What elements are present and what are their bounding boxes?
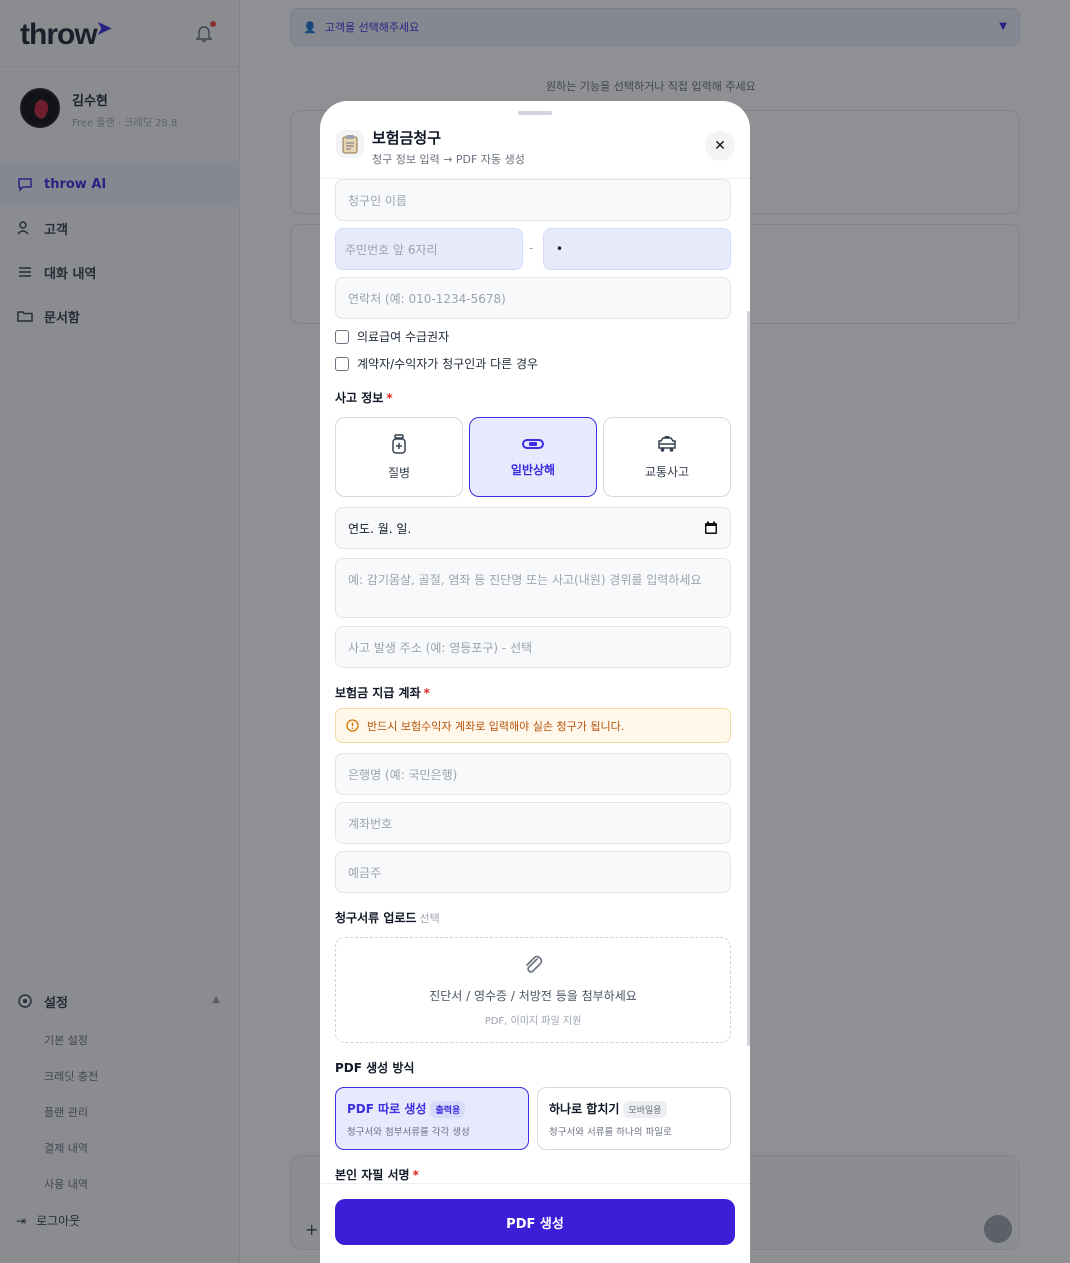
accident-section-label: 사고 정보 * <box>335 391 393 405</box>
signature-section-label: 본인 자필 서명 * <box>335 1168 419 1182</box>
bank-name-input[interactable]: 은행명 (예: 국민은행) <box>335 753 731 795</box>
required-mark: * <box>423 686 430 700</box>
checkbox-label: 의료급여 수급권자 <box>357 330 450 344</box>
pdf-mode-title: PDF 따로 생성 출력용 <box>347 1100 517 1118</box>
checkbox-label: 계약자/수익자가 청구인과 다른 경우 <box>357 357 539 371</box>
placeholder: 사고 발생 주소 (예: 영등포구) - 선택 <box>348 640 533 655</box>
rrn-back-value: • <box>556 242 564 256</box>
account-section-label: 보험금 지급 계좌 * <box>335 686 430 700</box>
rrn-front-input[interactable]: 주민번호 앞 6자리 <box>335 228 523 270</box>
pdf-mode-tag: 출력용 <box>430 1101 466 1118</box>
date-value: 연도. 월. 일. <box>348 521 412 536</box>
upload-sub-text: PDF, 이미지 파일 지원 <box>484 1016 582 1027</box>
insurance-claim-modal: 보험금청구 청구 정보 입력 → PDF 자동 생성 ✕ 청구인 이름 주민번호… <box>320 101 750 1263</box>
checkbox[interactable] <box>335 356 349 371</box>
account-warning: 반드시 보험수익자 계좌로 입력해야 실손 청구가 됩니다. <box>335 708 731 743</box>
accident-description-textarea[interactable]: 예: 감기몸살, 골절, 염좌 등 진단명 또는 사고(내원) 경위를 입력하세… <box>335 558 731 618</box>
pdf-mode-desc: 청구서와 첨부서류를 각각 생성 <box>347 1127 470 1138</box>
rrn-dash: - <box>529 241 534 255</box>
accident-type-disease[interactable]: 질병 <box>335 417 463 497</box>
placeholder: 연락처 (예: 010-1234-5678) <box>348 291 506 306</box>
document-upload-dropzone[interactable]: 진단서 / 영수증 / 처방전 등을 첨부하세요 PDF, 이미지 파일 지원 <box>335 937 731 1043</box>
claimant-name-input[interactable]: 청구인 이름 <box>335 179 731 221</box>
warning-text: 반드시 보험수익자 계좌로 입력해야 실손 청구가 됩니다. <box>367 719 625 733</box>
accident-type-label: 질병 <box>387 465 411 480</box>
modal-header: 보험금청구 청구 정보 입력 → PDF 자동 생성 ✕ <box>320 101 750 179</box>
placeholder: 은행명 (예: 국민은행) <box>348 767 458 782</box>
accident-type-label: 일반상해 <box>510 462 556 477</box>
clipboard-icon <box>336 130 364 158</box>
close-button[interactable]: ✕ <box>705 131 735 161</box>
medical-aid-checkbox[interactable]: 의료급여 수급권자 <box>335 328 449 345</box>
placeholder: 주민번호 앞 6자리 <box>345 242 438 257</box>
pdf-mode-tag: 모바일용 <box>623 1101 667 1118</box>
pdf-mode-separate[interactable]: PDF 따로 생성 출력용 청구서와 첨부서류를 각각 생성 <box>335 1087 529 1150</box>
accident-type-traffic[interactable]: 교통사고 <box>603 417 731 497</box>
checkbox[interactable] <box>335 329 349 344</box>
phone-input[interactable]: 연락처 (예: 010-1234-5678) <box>335 277 731 319</box>
accident-type-injury[interactable]: 일반상해 <box>469 417 597 497</box>
placeholder: 청구인 이름 <box>348 193 408 208</box>
pdf-generate-button[interactable]: PDF 생성 <box>335 1199 735 1245</box>
modal-subtitle: 청구 정보 입력 → PDF 자동 생성 <box>372 153 525 166</box>
pdf-mode-title: 하나로 합치기 모바일용 <box>549 1100 719 1118</box>
accident-date-input[interactable]: 연도. 월. 일. <box>335 507 731 549</box>
medicine-bottle-icon <box>392 433 406 454</box>
pdf-mode-desc: 청구서와 서류를 하나의 파일로 <box>549 1127 672 1138</box>
modal-footer: PDF 생성 <box>320 1183 750 1263</box>
warning-circle-icon <box>346 719 359 732</box>
account-holder-input[interactable]: 예금주 <box>335 851 731 893</box>
modal-title: 보험금청구 <box>372 129 442 147</box>
close-icon: ✕ <box>714 138 726 154</box>
accident-type-label: 교통사고 <box>644 464 690 479</box>
scrollbar[interactable] <box>747 311 750 1046</box>
upload-main-text: 진단서 / 영수증 / 처방전 등을 첨부하세요 <box>429 989 637 1003</box>
accident-address-input[interactable]: 사고 발생 주소 (예: 영등포구) - 선택 <box>335 626 731 668</box>
drag-handle[interactable] <box>518 111 552 115</box>
required-mark: * <box>386 391 393 405</box>
bandage-icon <box>522 438 544 449</box>
calendar-icon[interactable] <box>704 521 718 535</box>
car-icon <box>658 435 676 452</box>
placeholder: 예: 감기몸살, 골절, 염좌 등 진단명 또는 사고(내원) 경위를 입력하세… <box>348 573 702 587</box>
optional-label: 선택 <box>419 912 440 925</box>
required-mark: * <box>412 1168 419 1182</box>
placeholder: 예금주 <box>348 865 382 880</box>
account-number-input[interactable]: 계좌번호 <box>335 802 731 844</box>
pdf-mode-section-label: PDF 생성 방식 <box>335 1061 415 1075</box>
placeholder: 계좌번호 <box>348 816 393 831</box>
paperclip-icon <box>526 955 543 973</box>
contract-diff-checkbox[interactable]: 계약자/수익자가 청구인과 다른 경우 <box>335 355 538 372</box>
pdf-mode-merge[interactable]: 하나로 합치기 모바일용 청구서와 서류를 하나의 파일로 <box>537 1087 731 1150</box>
upload-section-label: 청구서류 업로드 선택 <box>335 911 440 925</box>
rrn-back-input[interactable]: • <box>543 228 731 270</box>
